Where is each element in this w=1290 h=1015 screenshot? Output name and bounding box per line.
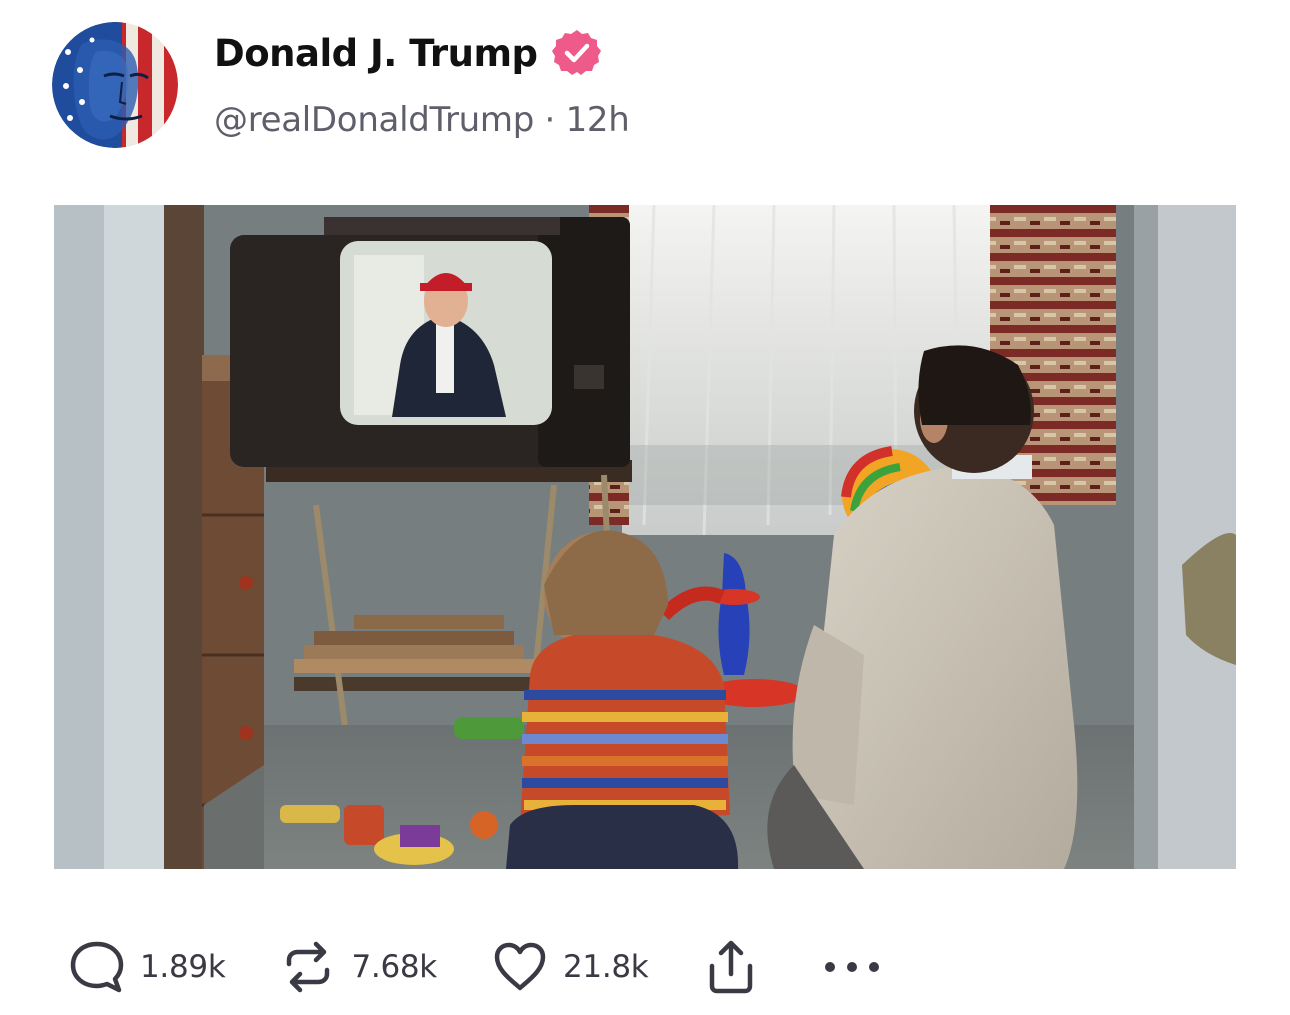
author-name-row: Donald J. Trump	[214, 28, 602, 78]
author-handle[interactable]: @realDonaldTrump	[214, 100, 534, 140]
like-button[interactable]: 21.8k	[491, 938, 649, 996]
heart-icon	[491, 938, 549, 996]
comment-icon	[68, 938, 126, 996]
repost-button[interactable]: 7.68k	[279, 938, 437, 996]
media-image	[54, 205, 1236, 869]
post-timestamp[interactable]: 12h	[566, 100, 630, 140]
more-icon	[822, 955, 882, 979]
avatar-image	[52, 22, 178, 148]
post-media[interactable]	[54, 205, 1236, 869]
meta-separator: ·	[544, 100, 556, 140]
display-name[interactable]: Donald J. Trump	[214, 32, 538, 75]
action-bar: 1.89k 7.68k 21.8k	[68, 934, 882, 1000]
avatar[interactable]	[52, 22, 178, 148]
author-meta-row: @realDonaldTrump · 12h	[214, 100, 630, 140]
repost-count: 7.68k	[351, 949, 437, 985]
share-button[interactable]	[702, 938, 760, 996]
more-options-button[interactable]	[822, 955, 882, 979]
post-card: Donald J. Trump @realDonaldTrump · 12h 1…	[0, 0, 1290, 1015]
verified-badge-svg	[551, 30, 601, 75]
reply-button[interactable]: 1.89k	[68, 938, 226, 996]
like-count: 21.8k	[562, 949, 649, 985]
reply-count: 1.89k	[140, 949, 226, 985]
verified-badge-icon	[551, 28, 602, 78]
repost-icon	[279, 938, 337, 996]
share-icon	[702, 938, 760, 996]
